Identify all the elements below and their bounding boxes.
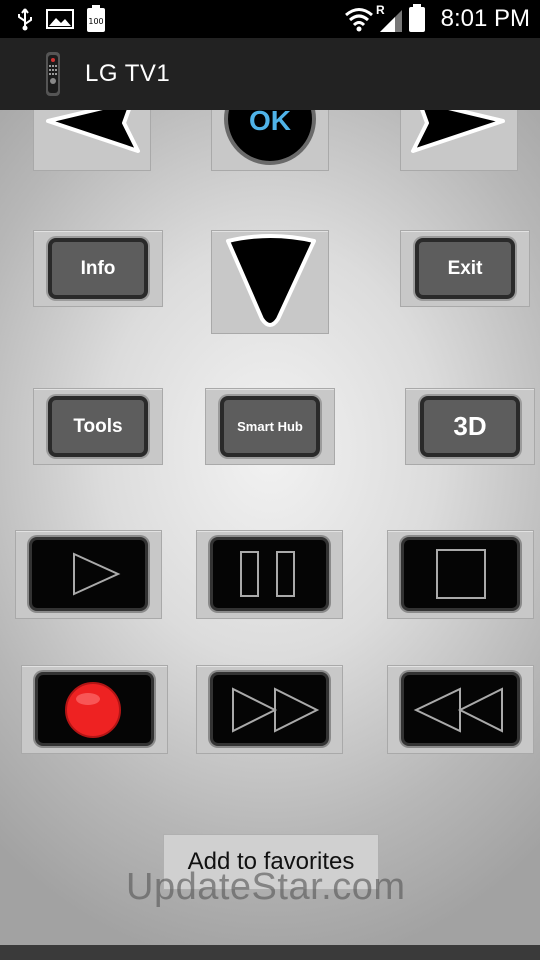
remote-panel: OK Info Exit Tools Smart Hub 3D Add to f… (0, 110, 540, 960)
ok-button[interactable]: OK (211, 110, 329, 171)
clock: 8:01 PM (440, 5, 530, 32)
exit-tile: Exit (400, 230, 530, 307)
pause-button[interactable] (210, 537, 329, 611)
rewind-button[interactable] (401, 672, 520, 746)
smart-hub-button[interactable]: Smart Hub (220, 396, 320, 457)
ok-label: OK (249, 110, 291, 136)
app-title: LG TV1 (85, 60, 171, 87)
fast-forward-icon (232, 687, 320, 733)
rewind-icon (413, 687, 503, 733)
status-bar: 100 R 8:01 PM (0, 0, 540, 38)
info-button[interactable]: Info (48, 238, 148, 299)
battery-icon (408, 4, 426, 32)
image-icon (46, 9, 74, 29)
rewind-tile (387, 665, 534, 754)
fast-forward-tile (196, 665, 343, 754)
down-arrow-icon (226, 234, 316, 327)
three-d-tile: 3D (405, 388, 535, 465)
stop-tile (387, 530, 534, 619)
fast-forward-button[interactable] (210, 672, 329, 746)
pause-icon (240, 551, 295, 597)
usb-icon (14, 7, 36, 31)
battery-small-icon: 100 (86, 5, 106, 33)
smart-hub-tile: Smart Hub (205, 388, 335, 465)
remote-control-icon[interactable] (44, 52, 62, 96)
bottom-edge (0, 945, 540, 960)
down-button[interactable] (211, 230, 329, 334)
right-button[interactable] (400, 110, 518, 171)
tools-tile: Tools (33, 388, 163, 465)
left-arrow-icon (46, 110, 140, 153)
record-button[interactable] (35, 672, 154, 746)
left-button[interactable] (33, 110, 151, 171)
wifi-icon (344, 6, 374, 32)
record-icon (65, 682, 121, 738)
play-icon (73, 552, 121, 596)
stop-icon (436, 549, 486, 599)
signal-icon (378, 8, 404, 32)
action-bar: LG TV1 (0, 38, 540, 112)
play-button[interactable] (29, 537, 148, 611)
right-arrow-icon (411, 110, 505, 153)
pause-tile (196, 530, 343, 619)
play-tile (15, 530, 162, 619)
info-tile: Info (33, 230, 163, 307)
watermark: UpdateStar.com (126, 866, 406, 908)
exit-button[interactable]: Exit (415, 238, 515, 299)
battery-level-text: 100 (88, 17, 103, 26)
stop-button[interactable] (401, 537, 520, 611)
tools-button[interactable]: Tools (48, 396, 148, 457)
three-d-button[interactable]: 3D (420, 396, 520, 457)
record-tile (21, 665, 168, 754)
